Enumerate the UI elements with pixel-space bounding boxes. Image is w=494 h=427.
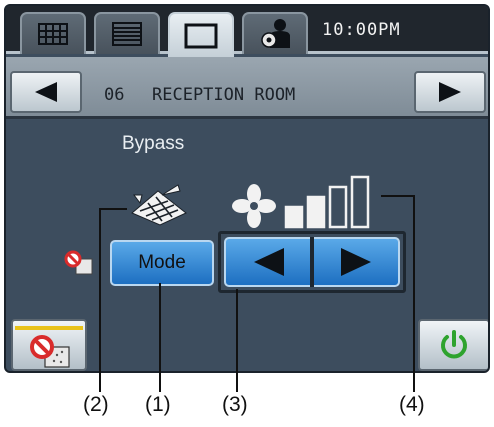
arrow-left-icon [35,82,57,102]
fan-speed-decrease-button[interactable] [224,237,314,287]
power-icon [441,330,467,359]
fan-icon [232,184,276,228]
prohibition-settings-button[interactable] [11,319,87,371]
room-name: RECEPTION ROOM [152,85,296,105]
room-number: 06 [104,85,125,105]
list-view-tab[interactable] [94,12,160,54]
callout-label-3: (3) [222,393,248,416]
fan-speed-bar [350,175,370,229]
grid-icon [38,23,68,45]
callout-line-4 [413,195,415,392]
maintenance-user-icon [261,19,290,48]
square-icon [184,23,218,48]
fan-speed-indicator [284,175,370,229]
arrow-left-icon [254,248,284,276]
list-icon [112,22,142,46]
callout-line-3 [236,289,238,392]
fan-speed-bar [328,185,348,229]
arrow-right-icon [341,248,371,276]
single-view-tab[interactable] [168,12,234,57]
room-selector-bar: 06 RECEPTION ROOM [6,57,488,119]
prohibited-icon [30,335,70,368]
callout-label-4: (4) [399,393,425,416]
callout-label-1: (1) [145,393,171,416]
grid-view-tab[interactable] [20,12,86,54]
button-divider [310,237,314,287]
next-room-button[interactable] [414,71,486,113]
fan-speed-bar [306,195,326,229]
controller-screen: 10:00PM 06 RECEPTION ROOM Bypass Mode [4,4,490,373]
mode-button[interactable]: Mode [110,240,214,286]
callout-line-2 [99,208,101,392]
ventilation-mode-label: Bypass [122,133,185,154]
callout-line-4-h [381,195,415,197]
fan-speed-bar [284,205,304,229]
callout-line-1 [159,283,161,392]
callout-label-2: (2) [83,393,109,416]
callout-line-2-h [99,208,127,210]
mode-button-label: Mode [138,252,186,273]
previous-room-button[interactable] [10,71,82,113]
top-bar: 10:00PM [6,6,488,57]
maintenance-tab[interactable] [242,12,308,54]
power-button[interactable] [418,319,488,371]
clock-display: 10:00PM [322,20,401,40]
fan-speed-increase-button[interactable] [312,237,400,287]
prohibited-icon [64,250,93,275]
bypass-ventilation-icon [131,184,187,226]
arrow-right-icon [439,82,461,102]
